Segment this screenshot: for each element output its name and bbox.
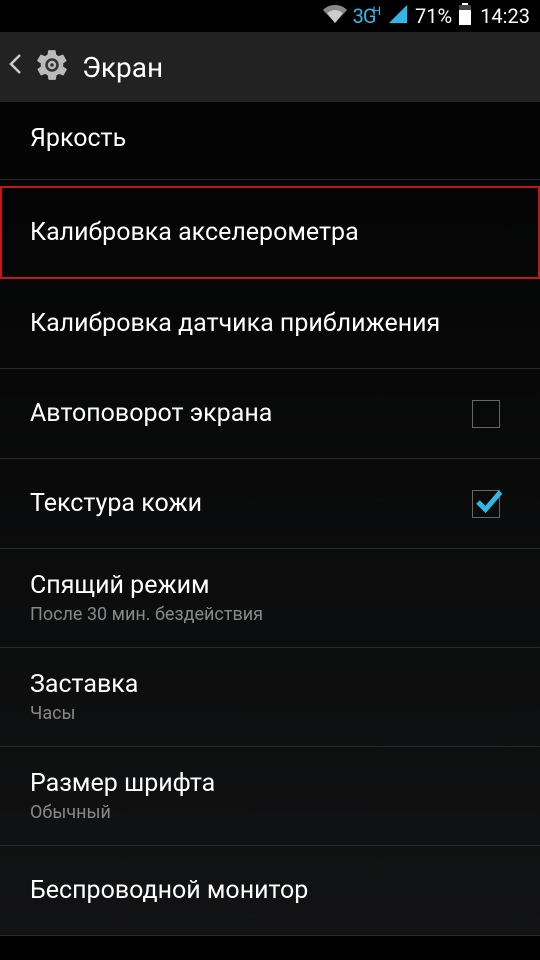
clock: 14:23 <box>480 4 530 28</box>
page-title: Экран <box>82 51 163 84</box>
status-bar: 3GH 71% 14:23 <box>0 0 540 32</box>
wifi-icon <box>323 2 347 31</box>
battery-percentage: 71% <box>415 4 452 28</box>
item-title: Размер шрифта <box>30 769 215 798</box>
network-suffix: H <box>372 4 381 18</box>
item-subtitle: Обычный <box>30 802 215 823</box>
network-label: 3GH <box>353 4 381 28</box>
list-item-daydream[interactable]: Заставка Часы <box>0 648 540 747</box>
item-title: Яркость <box>30 124 126 153</box>
item-subtitle: Часы <box>30 703 138 724</box>
list-item-autorotate[interactable]: Автоповорот экрана <box>0 369 540 459</box>
back-icon[interactable] <box>8 52 22 82</box>
autorotate-checkbox[interactable] <box>472 400 500 428</box>
item-title: Текстура кожи <box>30 489 202 518</box>
item-title: Спящий режим <box>30 571 263 600</box>
list-item-wireless-display[interactable]: Беспроводной монитор <box>0 846 540 936</box>
list-item-font-size[interactable]: Размер шрифта Обычный <box>0 747 540 846</box>
item-title: Заставка <box>30 670 138 699</box>
action-bar[interactable]: Экран <box>0 32 540 102</box>
item-title: Автоповорот экрана <box>30 399 272 428</box>
item-title: Калибровка датчика приближения <box>30 309 440 338</box>
battery-icon <box>458 3 472 30</box>
list-item-sleep[interactable]: Спящий режим После 30 мин. бездействия <box>0 549 540 648</box>
item-subtitle: После 30 мин. бездействия <box>30 604 263 625</box>
signal-icon <box>387 3 409 30</box>
item-title: Калибровка акселерометра <box>30 218 359 247</box>
list-item-accelerometer-calibration[interactable]: Калибровка акселерометра <box>0 186 540 279</box>
list-item-skin-texture[interactable]: Текстура кожи <box>0 459 540 549</box>
item-title: Беспроводной монитор <box>30 876 308 905</box>
skin-texture-checkbox[interactable] <box>472 490 500 518</box>
list-item-brightness[interactable]: Яркость <box>0 102 540 180</box>
list-item-proximity-calibration[interactable]: Калибровка датчика приближения <box>0 279 540 369</box>
gear-icon <box>34 47 70 87</box>
settings-list: Яркость Калибровка акселерометра Калибро… <box>0 102 540 936</box>
